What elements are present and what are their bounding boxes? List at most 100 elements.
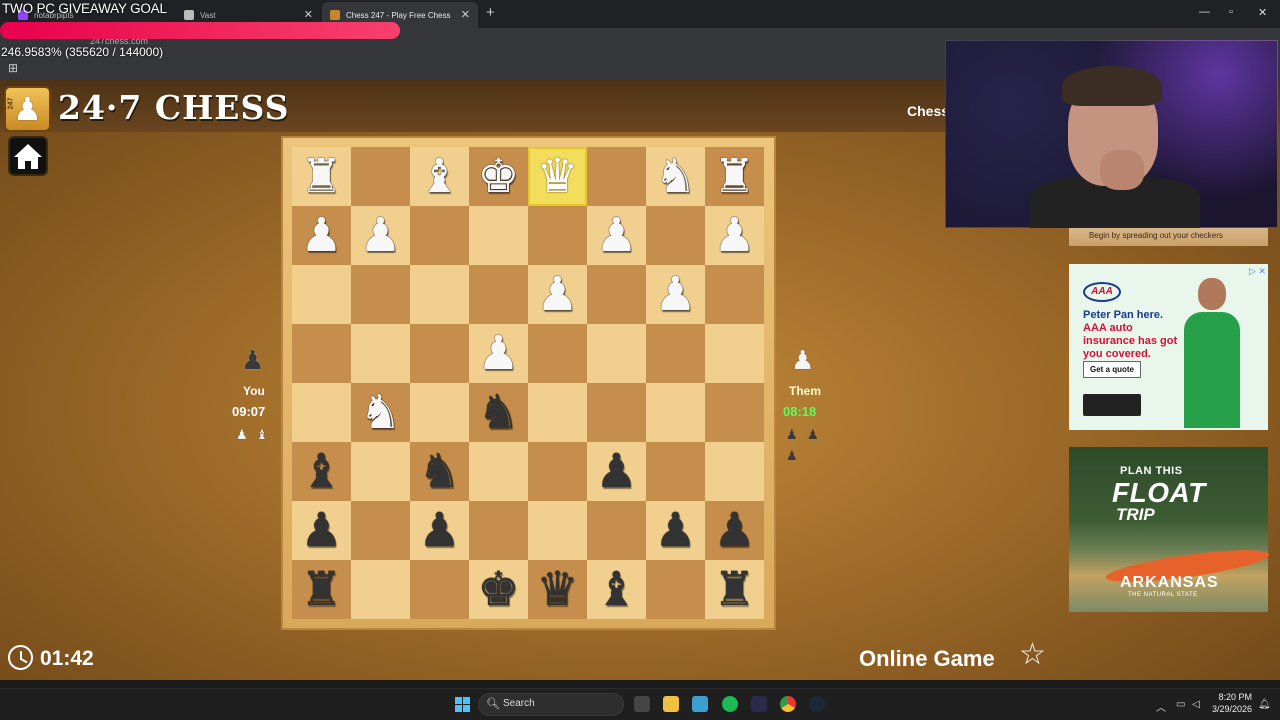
tray-chevron-icon[interactable]: ︿ xyxy=(1156,699,1166,714)
square-a3[interactable]: ♝ xyxy=(292,442,351,501)
square-h3[interactable] xyxy=(705,442,764,501)
apps-grid-icon[interactable]: ⊞ xyxy=(8,61,18,75)
white-pawn-icon[interactable]: ♟ xyxy=(713,212,755,259)
square-e6[interactable]: ♟ xyxy=(528,265,587,324)
white-pawn-icon[interactable]: ♟ xyxy=(595,212,637,259)
square-h6[interactable] xyxy=(705,265,764,324)
white-rook-icon[interactable]: ♜ xyxy=(713,153,755,200)
square-c5[interactable] xyxy=(410,324,469,383)
get-quote-button[interactable]: Get a quote xyxy=(1083,361,1141,378)
black-rook-icon[interactable]: ♜ xyxy=(713,566,755,613)
file-explorer-icon[interactable] xyxy=(663,696,679,712)
black-king-icon[interactable]: ♚ xyxy=(477,566,519,613)
square-h8[interactable]: ♜ xyxy=(705,147,764,206)
ad-choices-icon[interactable]: ▷ ✕ xyxy=(1249,266,1266,277)
square-a4[interactable] xyxy=(292,383,351,442)
square-b2[interactable] xyxy=(351,501,410,560)
square-g1[interactable] xyxy=(646,560,705,619)
black-pawn-icon[interactable]: ♟ xyxy=(654,507,696,554)
square-b1[interactable] xyxy=(351,560,410,619)
square-g7[interactable] xyxy=(646,206,705,265)
chrome-icon[interactable] xyxy=(780,696,796,712)
header-chess-link[interactable]: Chess xyxy=(907,103,949,119)
square-f1[interactable]: ♝ xyxy=(587,560,646,619)
black-knight-icon[interactable]: ♞ xyxy=(477,389,519,436)
white-pawn-icon[interactable]: ♟ xyxy=(654,271,696,318)
square-g5[interactable] xyxy=(646,324,705,383)
maximize-icon[interactable]: ▫ xyxy=(1229,6,1233,18)
minimize-icon[interactable]: — xyxy=(1199,6,1210,18)
square-a7[interactable]: ♟ xyxy=(292,206,351,265)
square-g2[interactable]: ♟ xyxy=(646,501,705,560)
task-view-icon[interactable] xyxy=(634,696,650,712)
square-f3[interactable]: ♟ xyxy=(587,442,646,501)
square-e5[interactable] xyxy=(528,324,587,383)
star-icon[interactable]: ☆ xyxy=(1019,640,1046,670)
square-c8[interactable]: ♝ xyxy=(410,147,469,206)
square-h4[interactable] xyxy=(705,383,764,442)
square-e3[interactable] xyxy=(528,442,587,501)
notification-bell-icon[interactable]: 🔔︎ xyxy=(1258,699,1271,710)
square-d6[interactable] xyxy=(469,265,528,324)
white-pawn-icon[interactable]: ♟ xyxy=(536,271,578,318)
square-f7[interactable]: ♟ xyxy=(587,206,646,265)
square-a6[interactable] xyxy=(292,265,351,324)
tray-date[interactable]: 3/29/2026 xyxy=(1205,704,1252,714)
home-button[interactable] xyxy=(8,136,48,176)
square-d7[interactable] xyxy=(469,206,528,265)
square-c4[interactable] xyxy=(410,383,469,442)
network-icon[interactable]: ▭ xyxy=(1176,699,1185,710)
hud-app-icon[interactable] xyxy=(751,696,767,712)
square-a1[interactable]: ♜ xyxy=(292,560,351,619)
square-g6[interactable]: ♟ xyxy=(646,265,705,324)
notepad-icon[interactable] xyxy=(692,696,708,712)
black-pawn-icon[interactable]: ♟ xyxy=(713,507,755,554)
black-queen-icon[interactable]: ♛ xyxy=(536,566,578,613)
chess-board[interactable]: ♜ ♝ ♚ ♛ ♞ ♜ ♟ ♟ ♟ ♟ ♟ ♟ ♟ ♞ ♞ ♝ ♞ ♟ ♟ ♟ ♟ ♟ ♜ ♚ ♛ ♝ ♜ xyxy=(292,147,764,619)
ad-strip[interactable]: Begin by spreading out your checkers xyxy=(1069,228,1268,246)
square-b8[interactable] xyxy=(351,147,410,206)
square-c1[interactable] xyxy=(410,560,469,619)
white-pawn-icon[interactable]: ♟ xyxy=(477,330,519,377)
square-g3[interactable] xyxy=(646,442,705,501)
new-tab-icon[interactable]: + xyxy=(486,4,495,21)
square-e7[interactable] xyxy=(528,206,587,265)
square-c2[interactable]: ♟ xyxy=(410,501,469,560)
spotify-icon[interactable] xyxy=(722,696,738,712)
black-bishop-icon[interactable]: ♝ xyxy=(300,448,342,495)
white-pawn-icon[interactable]: ♟ xyxy=(300,212,342,259)
square-h1[interactable]: ♜ xyxy=(705,560,764,619)
square-c7[interactable] xyxy=(410,206,469,265)
square-d4[interactable]: ♞ xyxy=(469,383,528,442)
square-d8[interactable]: ♚ xyxy=(469,147,528,206)
white-knight-icon[interactable]: ♞ xyxy=(359,389,401,436)
white-pawn-icon[interactable]: ♟ xyxy=(359,212,401,259)
square-h5[interactable] xyxy=(705,324,764,383)
square-b3[interactable] xyxy=(351,442,410,501)
square-h7[interactable]: ♟ xyxy=(705,206,764,265)
site-logo-text[interactable]: 24·7 CHESS xyxy=(58,88,289,127)
square-c6[interactable] xyxy=(410,265,469,324)
square-e4[interactable] xyxy=(528,383,587,442)
square-b4[interactable]: ♞ xyxy=(351,383,410,442)
square-b5[interactable] xyxy=(351,324,410,383)
square-a8[interactable]: ♜ xyxy=(292,147,351,206)
white-knight-icon[interactable]: ♞ xyxy=(654,153,696,200)
close-window-icon[interactable]: ✕ xyxy=(1258,6,1267,19)
square-d3[interactable] xyxy=(469,442,528,501)
square-f5[interactable] xyxy=(587,324,646,383)
square-f8[interactable] xyxy=(587,147,646,206)
square-g8[interactable]: ♞ xyxy=(646,147,705,206)
square-g4[interactable] xyxy=(646,383,705,442)
black-pawn-icon[interactable]: ♟ xyxy=(300,507,342,554)
black-rook-icon[interactable]: ♜ xyxy=(300,566,342,613)
black-bishop-icon[interactable]: ♝ xyxy=(595,566,637,613)
square-d5[interactable]: ♟ xyxy=(469,324,528,383)
square-f2[interactable] xyxy=(587,501,646,560)
square-b7[interactable]: ♟ xyxy=(351,206,410,265)
close-icon[interactable]: ✕ xyxy=(304,8,313,21)
white-king-icon[interactable]: ♚ xyxy=(477,153,519,200)
tray-time[interactable]: 8:20 PM xyxy=(1212,692,1252,702)
square-e1[interactable]: ♛ xyxy=(528,560,587,619)
square-f4[interactable] xyxy=(587,383,646,442)
